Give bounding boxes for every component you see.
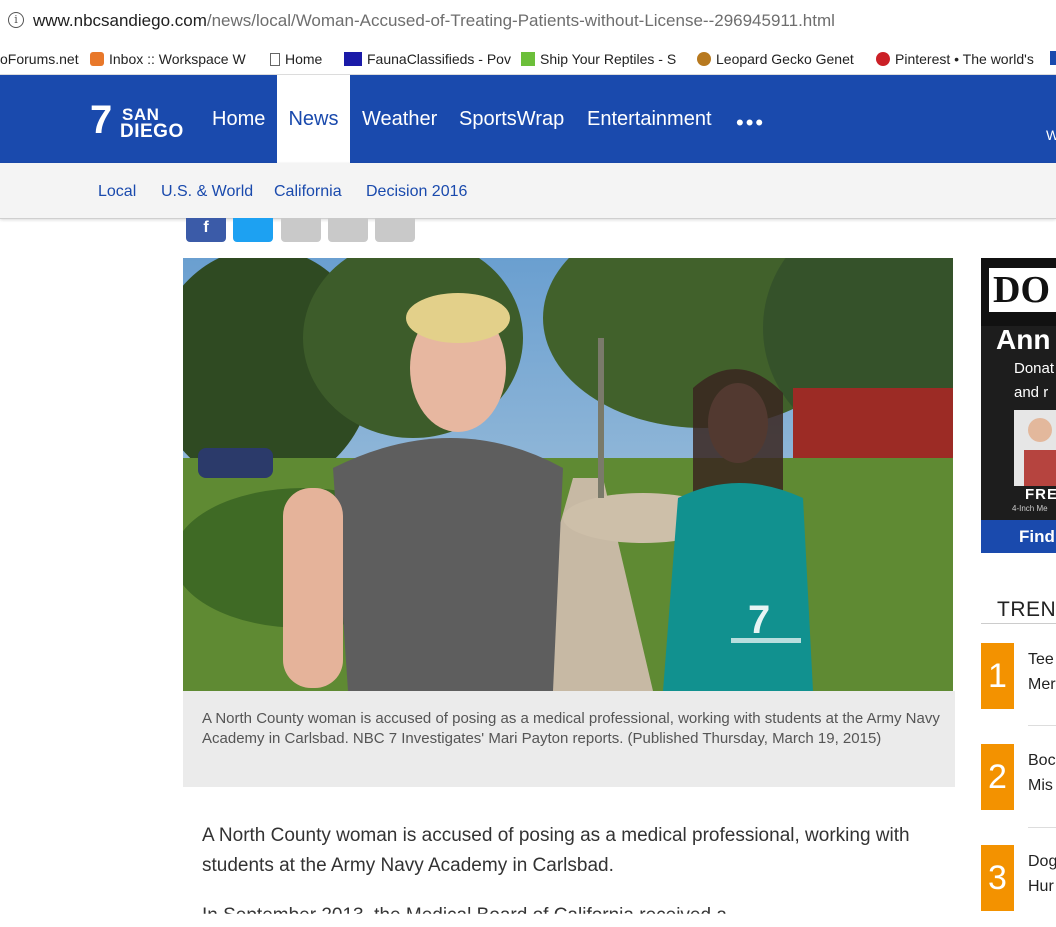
facebook-share-button[interactable]: f	[186, 218, 226, 242]
subnav-decision-2016[interactable]: Decision 2016	[366, 183, 467, 201]
trending-item-3[interactable]: Dog Hur	[1028, 849, 1056, 899]
site-logo[interactable]: 7 SAN DIEGO	[90, 98, 186, 142]
address-bar[interactable]: i www.nbcsandiego.com/news/local/Woman-A…	[0, 0, 1056, 45]
bookmarks-bar: oForums.net Inbox :: Workspace W Home Fa…	[0, 44, 1056, 75]
email-button[interactable]	[328, 218, 368, 242]
article-paragraph-next: In September 2013, the Medical Board of …	[202, 905, 727, 926]
ad-text-1: Donat	[1014, 360, 1055, 377]
more-menu-icon[interactable]: •••	[736, 110, 765, 136]
bookmark-label: oForums.net	[0, 51, 79, 67]
subnav-us-world[interactable]: U.S. & World	[161, 183, 253, 201]
svg-text:7: 7	[748, 598, 770, 642]
url-host: www.nbcsandiego.com	[33, 11, 207, 30]
subnav-california[interactable]: California	[274, 183, 342, 201]
reptile-icon	[521, 52, 535, 66]
pinterest-icon	[876, 52, 890, 66]
page-icon	[270, 52, 280, 66]
trending-number: 2	[981, 744, 1014, 810]
bookmark-forums[interactable]: oForums.net	[0, 51, 79, 67]
caption-text: A North County woman is accused of posin…	[202, 710, 940, 747]
bookmark-label: Ship Your Reptiles - S	[540, 51, 677, 67]
trending-item-1[interactable]: Tee Mer	[1028, 647, 1056, 697]
bookmark-label: Leopard Gecko Genet	[716, 51, 854, 67]
bookmark-label: Pinterest • The world's	[895, 51, 1034, 67]
trending-item-line1: Tee	[1028, 651, 1054, 668]
trending-item-line2: Mer	[1028, 676, 1056, 693]
facebook-icon: f	[203, 219, 209, 236]
gecko-icon	[697, 52, 711, 66]
bookmark-gecko[interactable]: Leopard Gecko Genet	[697, 51, 854, 67]
url-text[interactable]: www.nbcsandiego.com/news/local/Woman-Acc…	[33, 11, 835, 31]
article-paragraph: A North County woman is accused of posin…	[202, 825, 910, 876]
bookmark-icon	[1050, 51, 1056, 65]
trending-title: TREN	[997, 598, 1056, 621]
sidebar-ad[interactable]: DO Ann Donat and r FRE 4-Inch Me Find	[981, 258, 1056, 553]
video-player[interactable]: 7	[183, 258, 953, 691]
ad-text-2: and r	[1014, 384, 1049, 401]
nav-home[interactable]: Home	[212, 75, 265, 163]
nav-right-partial[interactable]: W	[1046, 127, 1056, 143]
bookmark-fauna[interactable]: FaunaClassifieds - Pov	[344, 51, 511, 67]
bookmark-label: Inbox :: Workspace W	[109, 51, 246, 67]
logo-seven: 7	[90, 98, 113, 142]
bookmark-home[interactable]: Home	[270, 51, 322, 67]
subnav-local[interactable]: Local	[98, 183, 136, 201]
nav-weather[interactable]: Weather	[362, 75, 437, 163]
nav-news[interactable]: News	[277, 75, 350, 163]
ad-brand: DO	[989, 268, 1056, 312]
nav-sportswrap[interactable]: SportsWrap	[459, 75, 564, 163]
trending-separator	[1028, 827, 1056, 828]
trending-divider	[981, 623, 1056, 624]
logo-diego: DIEGO	[120, 121, 184, 142]
trending-separator	[1028, 725, 1056, 726]
ad-photo	[1014, 410, 1056, 486]
bookmark-label: FaunaClassifieds - Pov	[367, 51, 511, 67]
info-icon[interactable]: i	[8, 12, 24, 28]
ad-cta-button[interactable]: Find	[981, 520, 1056, 553]
twitter-share-button[interactable]	[233, 218, 273, 242]
fauna-icon	[344, 52, 362, 66]
sub-navigation	[0, 163, 1056, 219]
bookmark-reptiles[interactable]: Ship Your Reptiles - S	[521, 51, 676, 67]
trending-item-line1: Dog	[1028, 853, 1056, 870]
bookmark-inbox[interactable]: Inbox :: Workspace W	[90, 51, 246, 67]
ad-small-text: 4-Inch Me	[1012, 504, 1048, 513]
print-button[interactable]	[375, 218, 415, 242]
trending-item-line1: Boc	[1028, 752, 1056, 769]
nav-entertainment[interactable]: Entertainment	[587, 75, 712, 163]
bookmark-overflow[interactable]	[1050, 51, 1056, 65]
ad-badge: FRE	[1025, 486, 1056, 503]
mail-icon	[90, 52, 104, 66]
trending-item-2[interactable]: Boc Mis	[1028, 748, 1056, 798]
bookmark-pinterest[interactable]: Pinterest • The world's	[876, 51, 1034, 67]
trending-item-line2: Hur	[1028, 878, 1054, 895]
video-caption: A North County woman is accused of posin…	[183, 691, 955, 787]
trending-item-line2: Mis	[1028, 777, 1053, 794]
ad-headline: Ann	[996, 324, 1051, 355]
trending-number: 3	[981, 845, 1014, 911]
url-path: /news/local/Woman-Accused-of-Treating-Pa…	[206, 11, 835, 30]
comment-button[interactable]	[281, 218, 321, 242]
bookmark-label: Home	[285, 51, 323, 67]
trending-number: 1	[981, 643, 1014, 709]
video-thumbnail: 7	[183, 258, 953, 691]
ad-photo-graphic	[1014, 410, 1056, 486]
